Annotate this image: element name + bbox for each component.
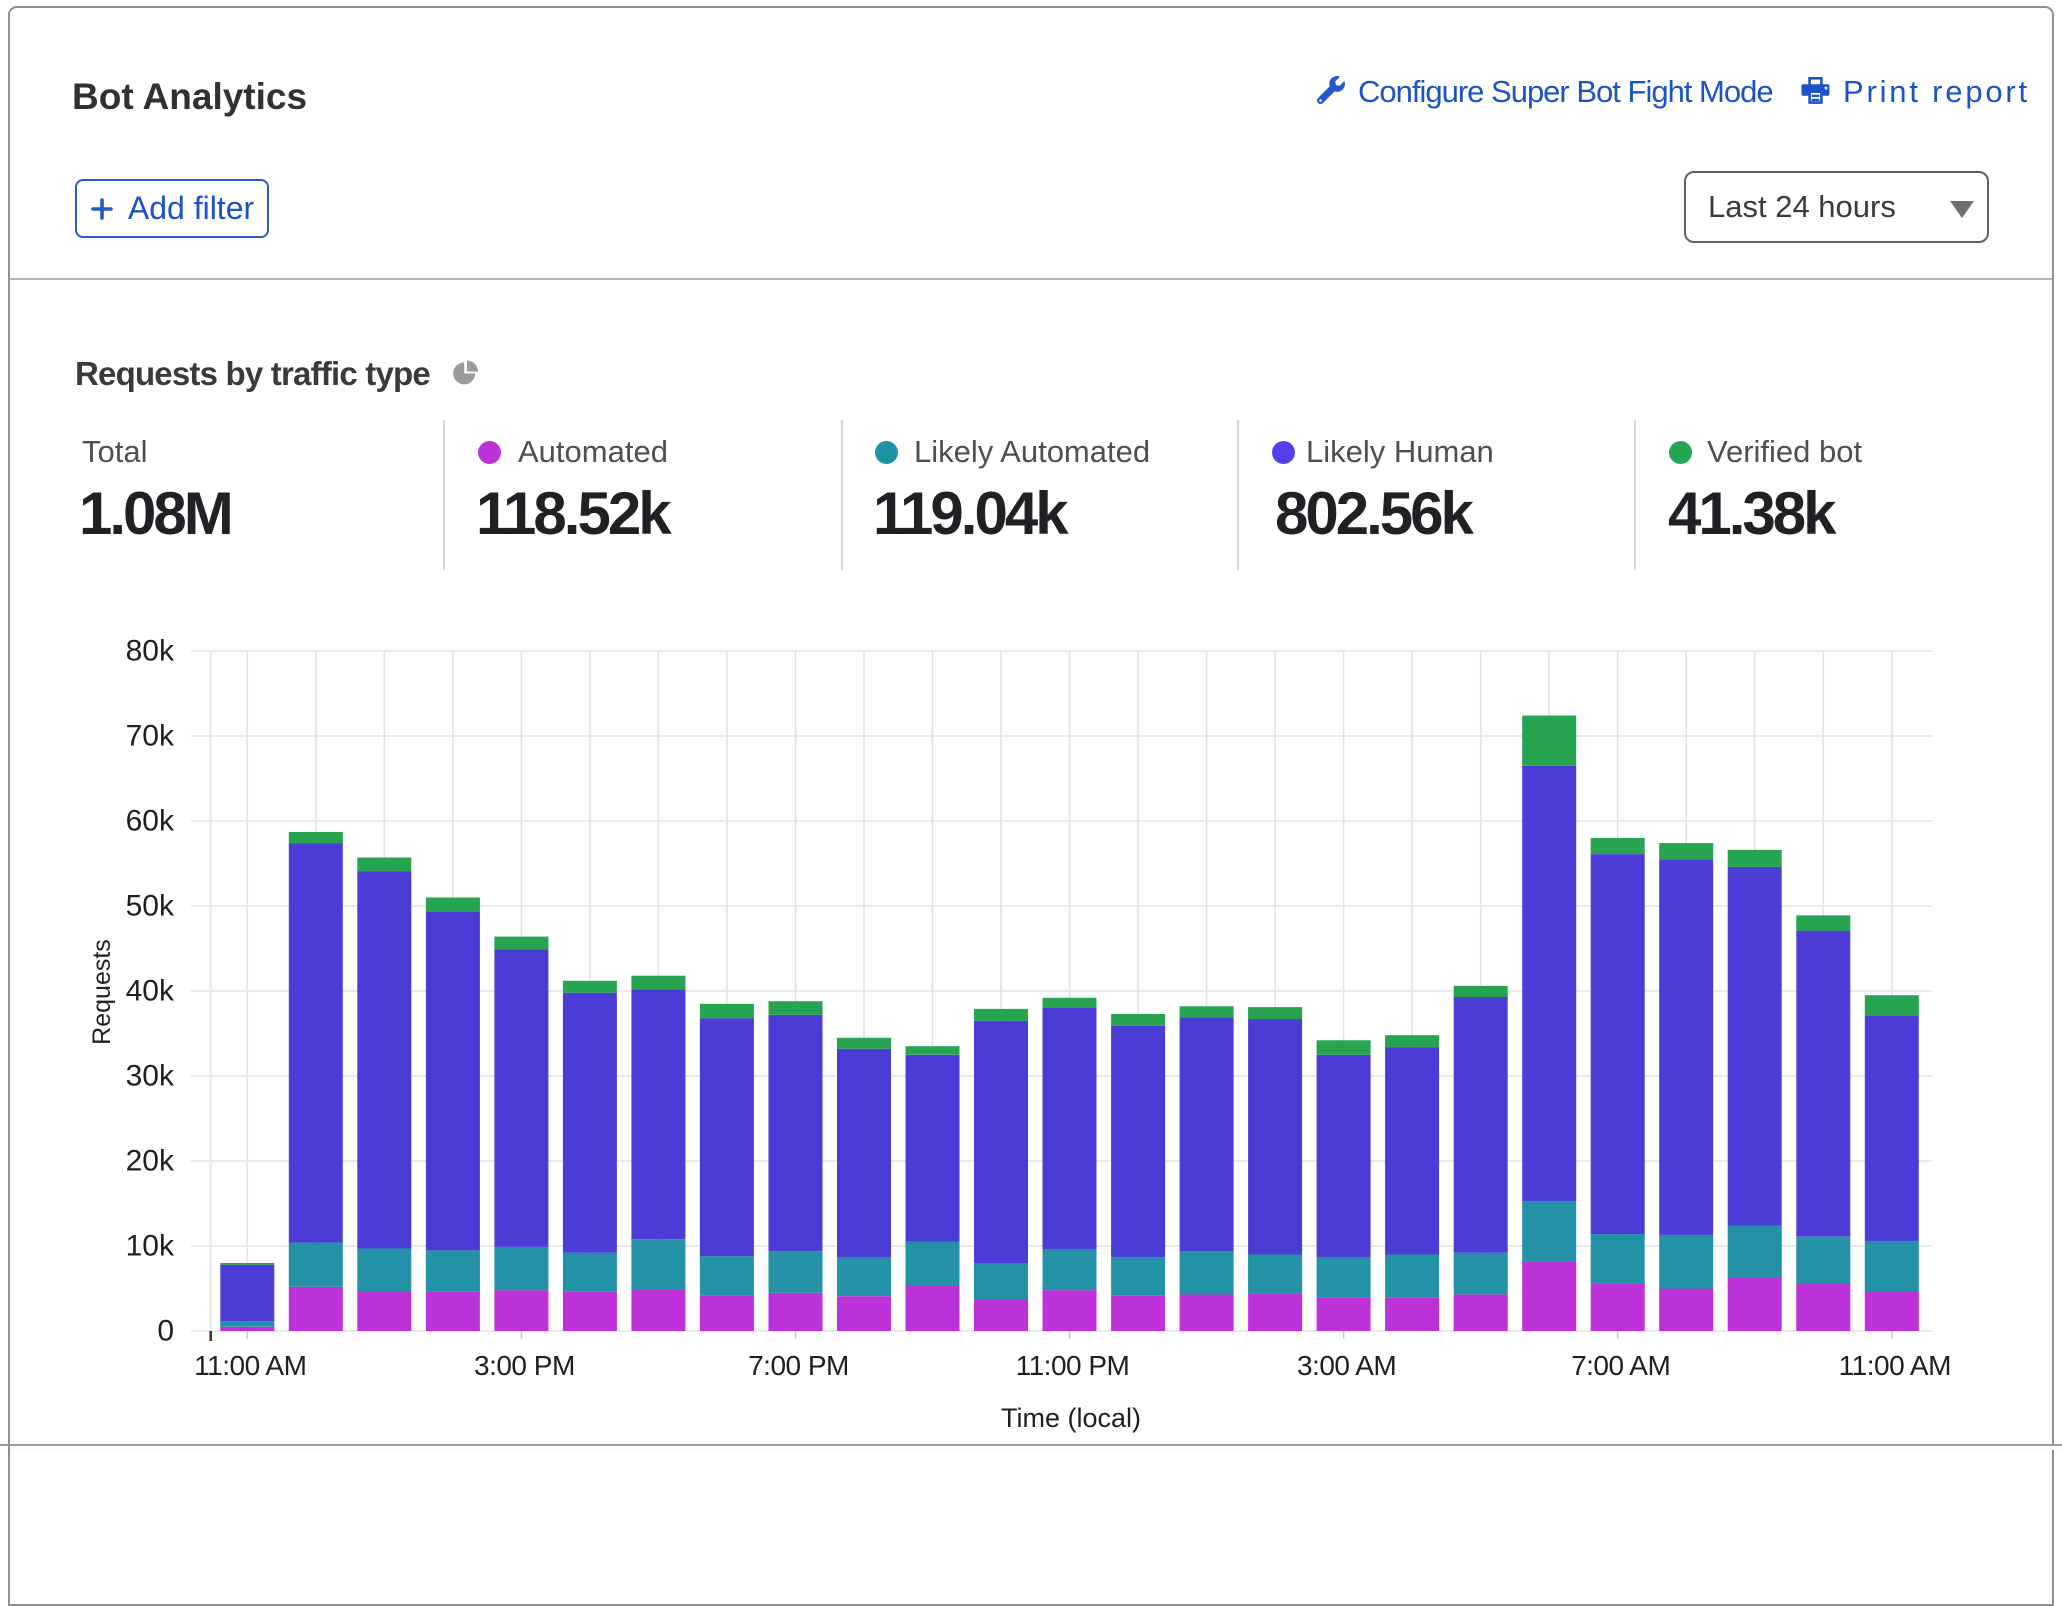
svg-text:0: 0 — [157, 1315, 174, 1348]
svg-text:80k: 80k — [126, 635, 175, 668]
svg-text:7:00 AM: 7:00 AM — [1571, 1350, 1670, 1381]
svg-text:70k: 70k — [126, 720, 175, 753]
svg-text:3:00 AM: 3:00 AM — [1297, 1350, 1396, 1381]
svg-text:30k: 30k — [126, 1060, 175, 1093]
svg-text:Requests: Requests — [88, 939, 116, 1045]
svg-text:10k: 10k — [126, 1230, 175, 1263]
svg-text:60k: 60k — [126, 805, 175, 838]
svg-text:11:00 PM: 11:00 PM — [1016, 1350, 1130, 1381]
svg-text:Time (local): Time (local) — [1001, 1403, 1141, 1433]
svg-text:40k: 40k — [126, 975, 175, 1008]
svg-text:3:00 PM: 3:00 PM — [474, 1350, 575, 1381]
svg-text:20k: 20k — [126, 1145, 175, 1178]
svg-text:11:00 AM: 11:00 AM — [194, 1350, 306, 1381]
svg-text:50k: 50k — [126, 890, 175, 923]
svg-text:11:00 AM: 11:00 AM — [1839, 1350, 1951, 1381]
svg-text:7:00 PM: 7:00 PM — [748, 1350, 849, 1381]
